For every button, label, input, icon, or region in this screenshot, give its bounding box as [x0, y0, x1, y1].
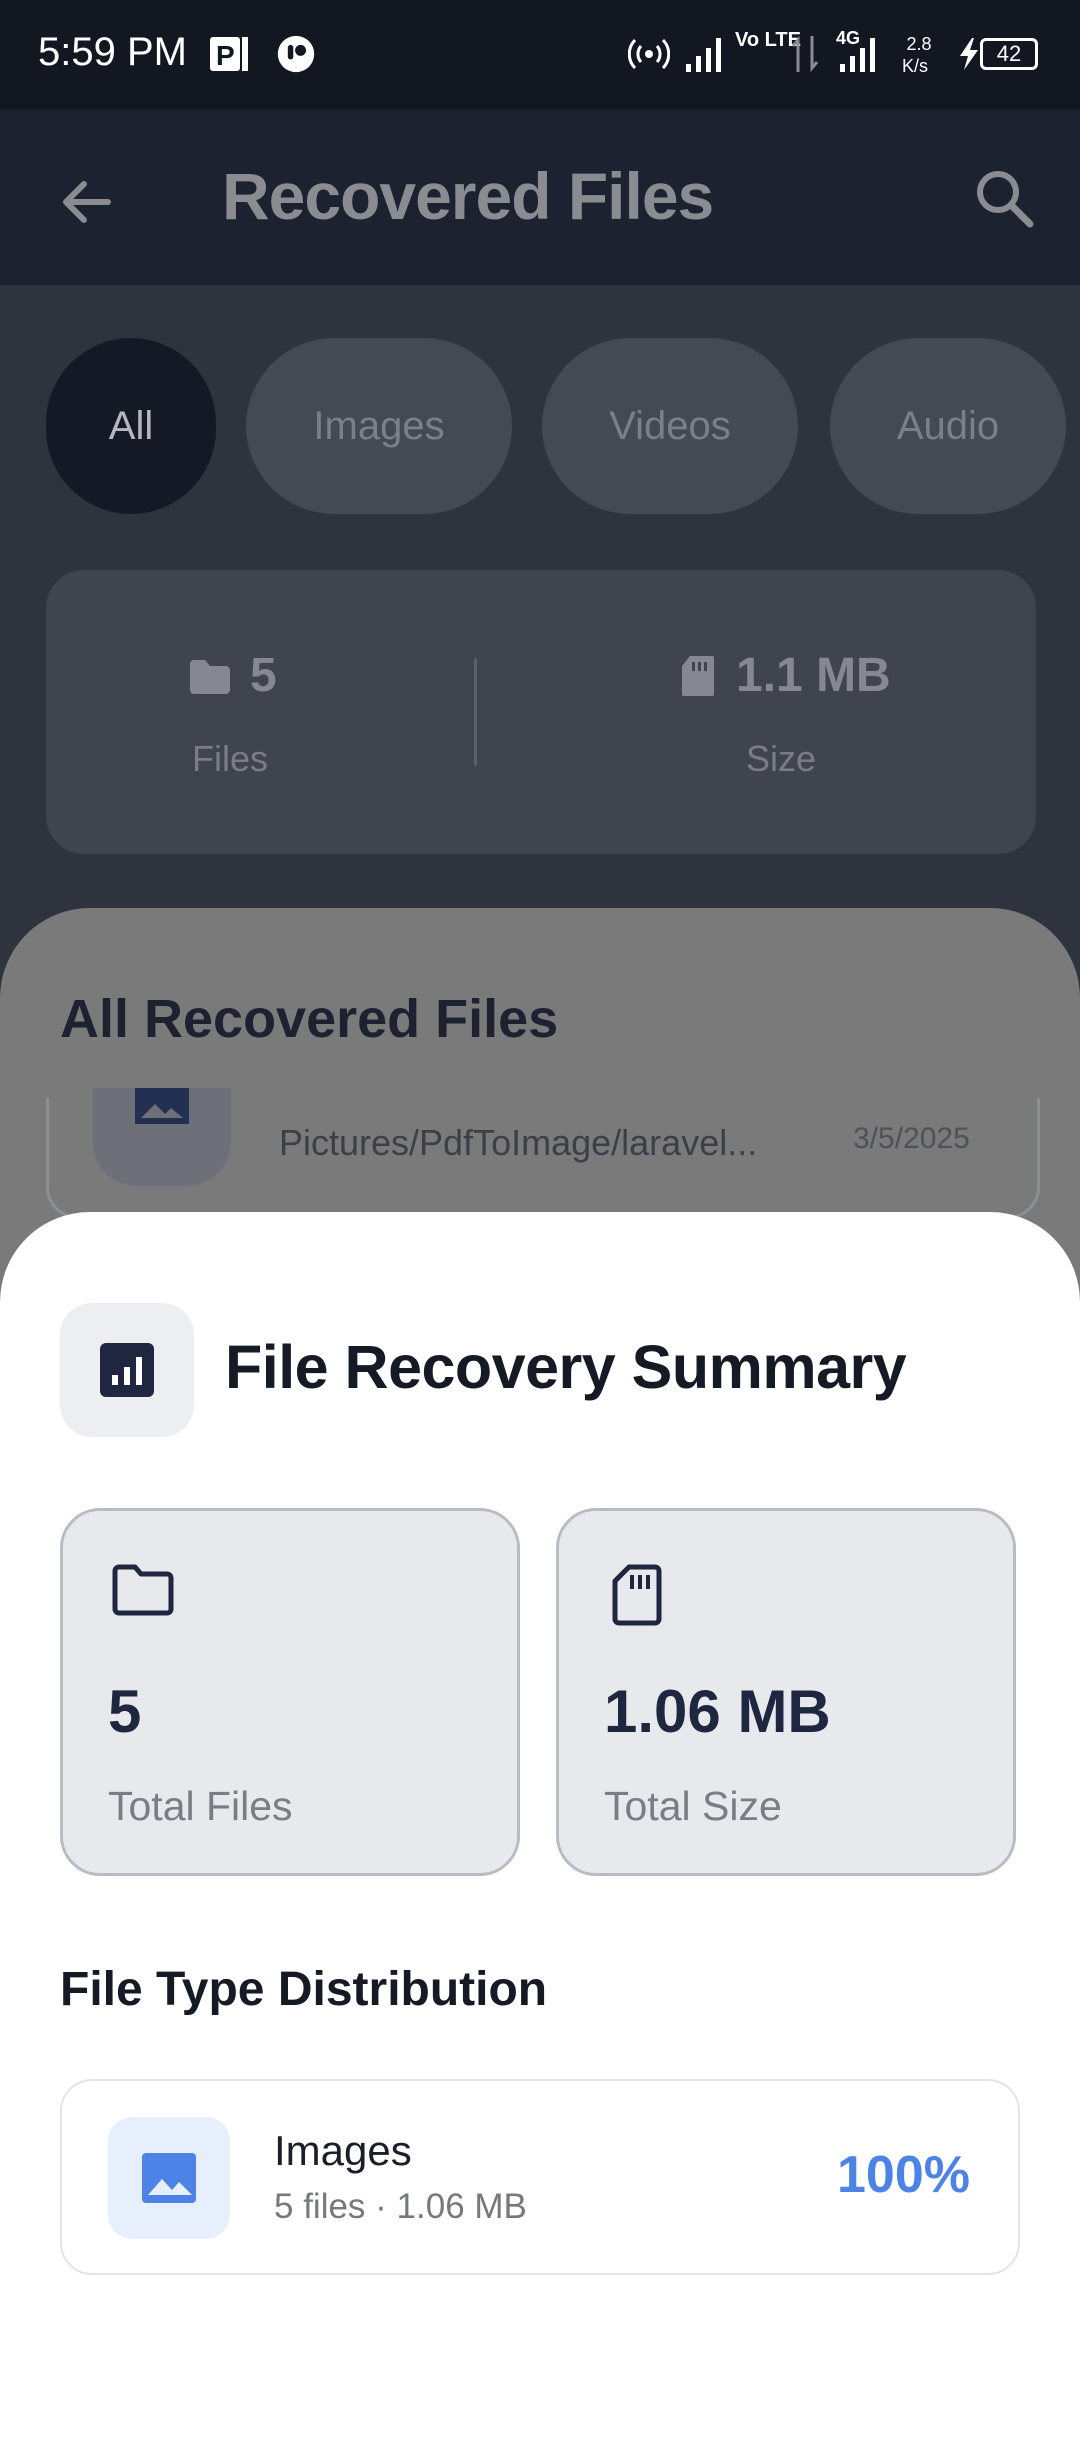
svg-text:P: P — [216, 40, 235, 71]
total-files-value: 5 — [108, 1678, 142, 1745]
stats-divider — [474, 658, 477, 766]
notification-p-icon: P — [210, 37, 248, 71]
files-label: Files — [192, 738, 269, 779]
file-thumbnail — [93, 1088, 231, 1186]
status-time: 5:59 PM — [38, 30, 187, 74]
chip-all[interactable]: All — [46, 338, 216, 514]
type-icon-container — [108, 2117, 230, 2239]
list-heading: All Recovered Files — [60, 989, 559, 1049]
total-files-label: Total Files — [108, 1783, 293, 1829]
total-size-label: Total Size — [604, 1783, 782, 1829]
image-icon — [135, 1088, 189, 1124]
notification-app-icon — [277, 35, 315, 73]
total-size-value: 1.06 MB — [604, 1678, 831, 1745]
chip-images[interactable]: Images — [246, 338, 512, 514]
status-bar: 5:59 PM P Vo LTE 4G 2.8 K/s 42 — [0, 0, 1080, 110]
summary-bottom-sheet: File Recovery Summary 5 Total Files 1.06… — [0, 1212, 1080, 2460]
battery-level: 42 — [996, 41, 1022, 66]
summary-icon-container — [60, 1303, 194, 1437]
search-icon[interactable] — [974, 168, 1036, 230]
distribution-title: File Type Distribution — [60, 1963, 548, 2016]
sd-card-icon — [612, 1564, 662, 1626]
net-speed-value: 2.8 — [906, 34, 932, 54]
bar-chart-icon — [100, 1343, 154, 1397]
files-count: 5 — [250, 649, 277, 702]
folder-icon — [190, 660, 230, 694]
chip-audio[interactable]: Audio — [830, 338, 1066, 514]
stats-card: 5 Files 1.1 MB Size — [46, 570, 1036, 854]
folder-icon — [112, 1564, 174, 1616]
size-label: Size — [746, 738, 817, 779]
net-speed-unit: K/s — [902, 56, 929, 76]
total-files-card: 5 Total Files — [60, 1508, 520, 1876]
data-arrows-icon — [791, 35, 819, 73]
hotspot-icon — [628, 38, 670, 70]
distribution-details: 5 files · 1.06 MB — [274, 2187, 527, 2226]
page-title: Recovered Files — [222, 159, 714, 233]
file-date: 3/5/2025 — [853, 1122, 970, 1155]
app-bar: Recovered Files — [0, 110, 1080, 285]
file-path: Pictures/PdfToImage/laravel... — [279, 1122, 758, 1163]
distribution-type: Images — [274, 2127, 412, 2174]
back-arrow-icon[interactable] — [58, 174, 114, 230]
battery-icon: 42 — [980, 38, 1038, 70]
image-icon — [142, 2153, 196, 2203]
chip-videos[interactable]: Videos — [542, 338, 798, 514]
distribution-item-images[interactable]: Images 5 files · 1.06 MB 100% — [60, 2079, 1020, 2275]
total-size-card: 1.06 MB Total Size — [556, 1508, 1016, 1876]
distribution-percent: 100% — [837, 2146, 970, 2204]
list-item[interactable]: Pictures/PdfToImage/laravel... 3/5/2025 — [46, 1088, 1040, 1219]
signal-4g-icon — [840, 38, 875, 72]
signal-icon — [686, 38, 721, 72]
size-value: 1.1 MB — [736, 649, 891, 702]
summary-title: File Recovery Summary — [225, 1333, 907, 1401]
sd-card-icon — [682, 656, 714, 696]
